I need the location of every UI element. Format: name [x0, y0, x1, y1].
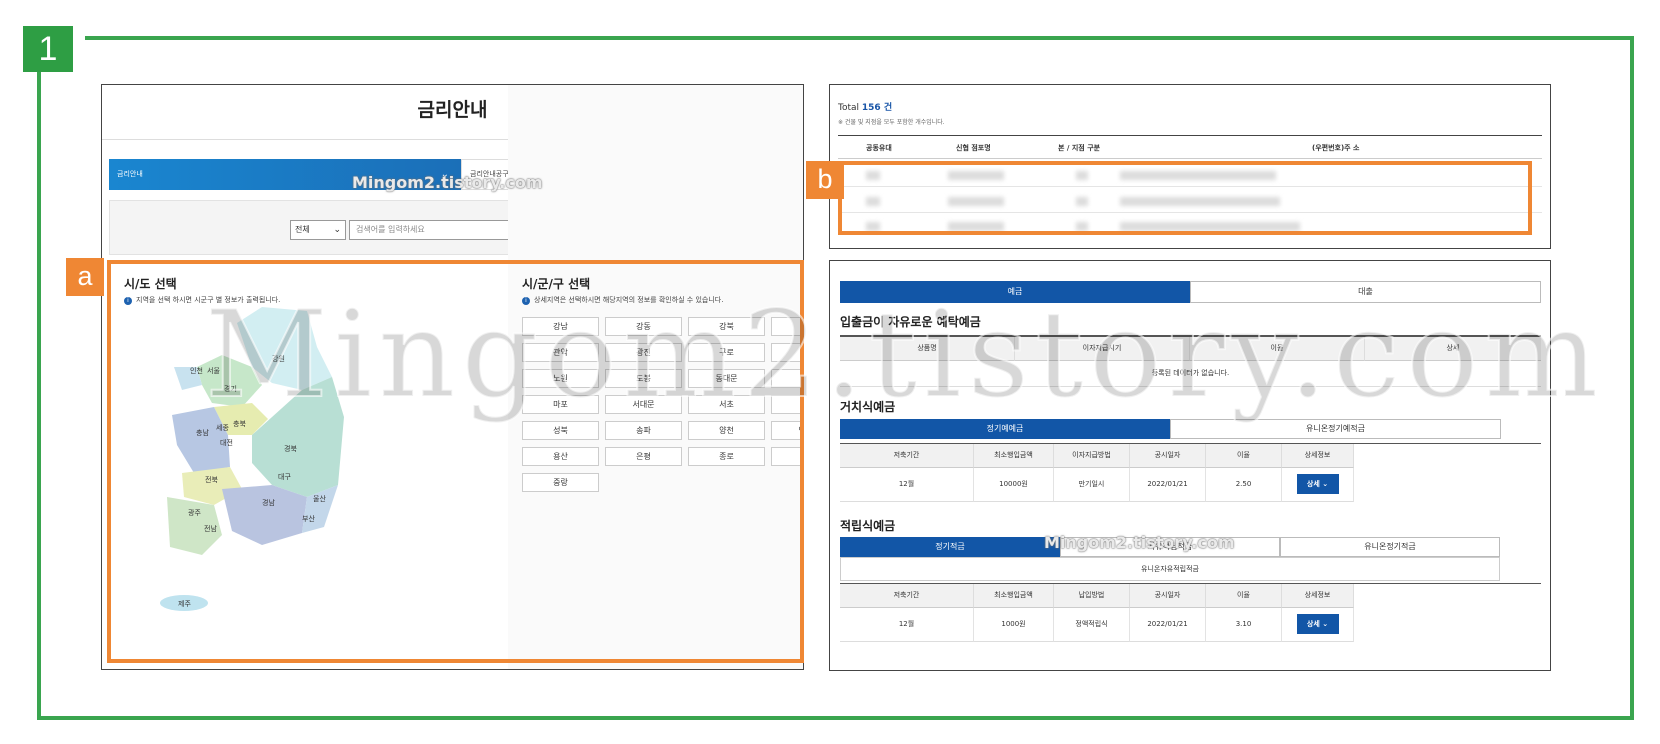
col-header: 공시일자	[1130, 584, 1206, 608]
empty-message: 등록된 데이터가 없습니다.	[840, 361, 1541, 387]
tab-union-free-savings[interactable]: 유니온자유적립적금	[840, 557, 1500, 581]
col-header: (우편번호)주 소	[1312, 144, 1360, 152]
watermark-small: Mingom2.tistory.com	[1044, 533, 1235, 552]
step-number-badge: 1	[23, 26, 73, 72]
detail-button[interactable]: 상세 ⌄	[1296, 474, 1339, 494]
table-cell: 2022/01/21	[1130, 608, 1206, 642]
chevron-down-icon: ⌄	[1319, 620, 1329, 628]
table-cell: 12월	[840, 608, 974, 642]
table-cell: 정액적립식	[1054, 608, 1130, 642]
highlight-box-b	[838, 161, 1532, 235]
rate-table-panel: 예금 대출 입출금이 자유로운 예탁예금 상품명 이자지급시기 이율 상세 등록…	[829, 260, 1551, 671]
table-cell: 만기일시	[1054, 468, 1130, 502]
tab-deposit[interactable]: 예금	[840, 281, 1190, 303]
col-header: 신협 점포명	[956, 144, 991, 152]
col-header: 이자지급방법	[1054, 444, 1130, 468]
table-cell: 1000원	[974, 608, 1054, 642]
col-header: 이자지급시기	[1015, 337, 1190, 361]
section-title-demand-deposit: 입출금이 자유로운 예탁예금	[840, 315, 981, 329]
col-header: 상세	[1365, 337, 1541, 361]
col-header: 상품명	[840, 337, 1015, 361]
section-title-fixed-deposit: 거치식예금	[840, 400, 896, 414]
col-header: 상세정보	[1282, 584, 1354, 608]
table-cell: 2.50	[1206, 468, 1282, 502]
col-header: 저축기간	[840, 444, 974, 468]
col-header: 이율	[1206, 444, 1282, 468]
branch-table-header: 공동유대 신협 점포명 본 / 지점 구분 (우편번호)주 소	[838, 135, 1542, 159]
col-header: 공동유대	[866, 144, 892, 152]
watermark-small: Mingom2.tistory.com	[352, 173, 543, 192]
table-cell: 2022/01/21	[1130, 468, 1206, 502]
highlight-box-a	[107, 260, 804, 663]
col-header: 이율	[1206, 584, 1282, 608]
col-header: 납입방법	[1054, 584, 1130, 608]
tab-union-fixed[interactable]: 유니온정기예적금	[1170, 419, 1501, 439]
highlight-badge-b: b	[806, 161, 844, 199]
col-header: 본 / 지점 구분	[1058, 144, 1101, 152]
fixed-deposit-table: 저축기간 12월 최소행입금액 10000원 이자지급방법 만기일시 공시일자 2022/01…	[840, 443, 1541, 502]
tab-fixed-deposit[interactable]: 정기예예금	[840, 419, 1170, 439]
col-header: 최소행입금액	[974, 444, 1054, 468]
table-cell: 3.10	[1206, 608, 1282, 642]
table-cell: 10000원	[974, 468, 1054, 502]
highlight-badge-a: a	[66, 258, 104, 296]
detail-button[interactable]: 상세 ⌄	[1296, 614, 1339, 634]
chevron-down-icon: ⌄	[1319, 480, 1329, 488]
col-header: 공시일자	[1130, 444, 1206, 468]
section-title-installment: 적립식예금	[840, 519, 896, 533]
col-header: 저축기간	[840, 584, 974, 608]
detail-cell: 상세 ⌄	[1282, 608, 1354, 642]
total-count: Total 156 건	[838, 103, 893, 113]
detail-cell: 상세 ⌄	[1282, 468, 1354, 502]
col-header: 최소행입금액	[974, 584, 1054, 608]
count-note: ※ 건물 및 지점을 모두 포함한 개수입니다.	[838, 119, 945, 126]
table-cell: 12월	[840, 468, 974, 502]
demand-deposit-table: 상품명 이자지급시기 이율 상세 등록된 데이터가 없습니다.	[840, 335, 1541, 387]
col-header: 상세정보	[1282, 444, 1354, 468]
tab-loan[interactable]: 대출	[1190, 281, 1541, 303]
tab-union-savings[interactable]: 유니온정기적금	[1280, 537, 1500, 557]
installment-table: 저축기간 12월 최소행입금액 1000원 납입방법 정액적립식 공시일자 2022/01/2…	[840, 583, 1541, 642]
col-header: 이율	[1190, 337, 1365, 361]
tab-regular-savings[interactable]: 정기적금	[840, 537, 1060, 557]
